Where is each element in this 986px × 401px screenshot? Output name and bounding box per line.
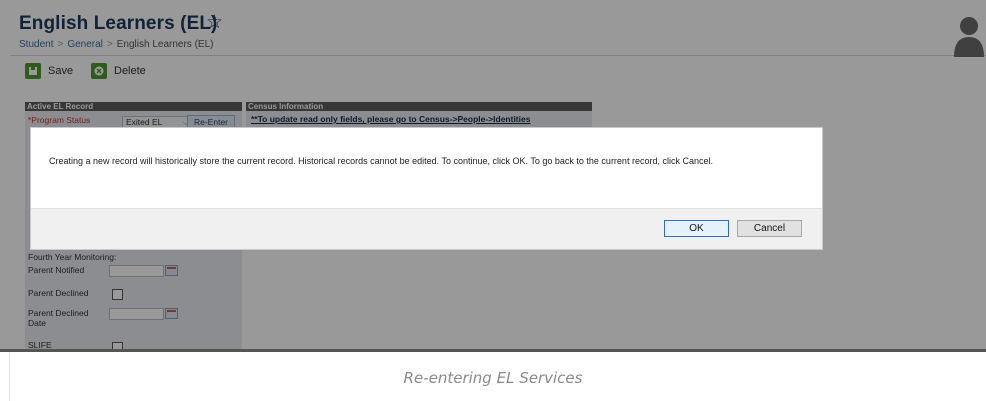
confirm-dialog: Creating a new record will historically … (30, 127, 823, 250)
ok-button[interactable]: OK (664, 220, 729, 237)
app-screen: English Learners (EL) ☆ Student > General >… (0, 0, 986, 352)
cancel-button[interactable]: Cancel (737, 220, 802, 237)
figure-caption: Re-entering EL Services (403, 369, 583, 387)
dialog-message: Creating a new record will historically … (49, 156, 713, 166)
dialog-footer: OK Cancel (31, 208, 822, 249)
